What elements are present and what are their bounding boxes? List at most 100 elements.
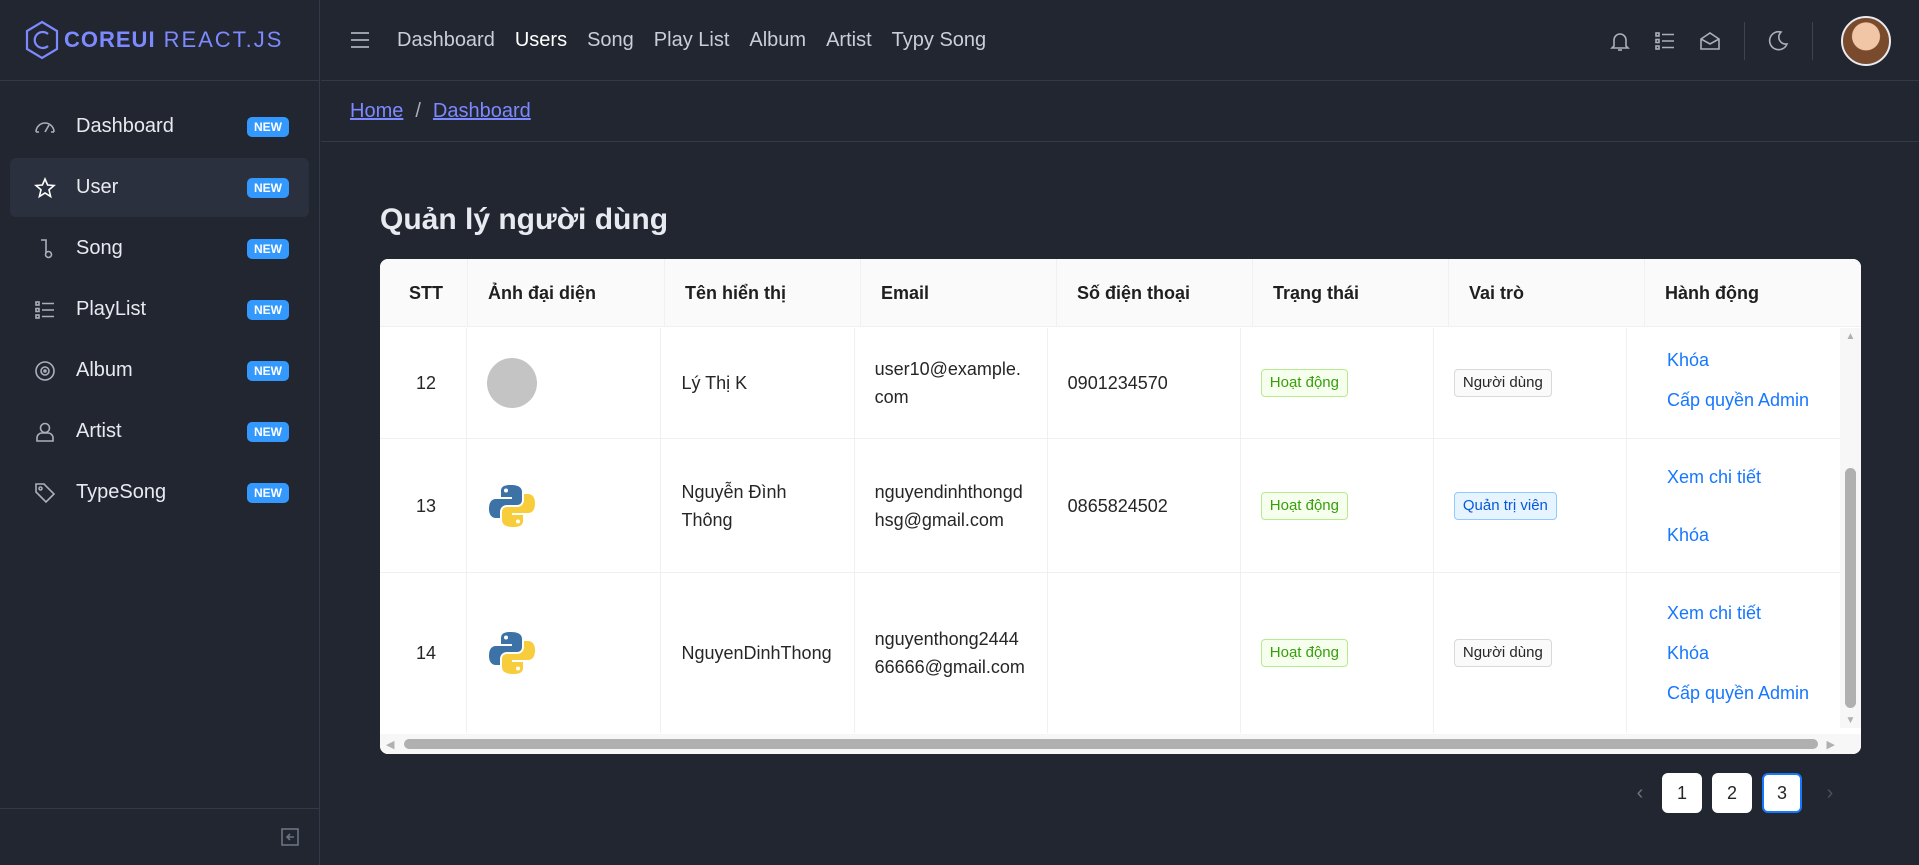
users-table: STT Ảnh đại diện Tên hiển thị Email Số đ… bbox=[380, 259, 1861, 754]
new-badge: NEW bbox=[247, 238, 289, 259]
next-page-button[interactable]: › bbox=[1818, 773, 1842, 813]
scroll-down-icon[interactable]: ▼ bbox=[1845, 716, 1856, 726]
vertical-scrollbar[interactable]: ▲ ▼ bbox=[1840, 328, 1861, 728]
scroll-left-icon[interactable]: ◀ bbox=[386, 738, 394, 751]
scroll-right-icon[interactable]: ▶ bbox=[1827, 738, 1835, 751]
music-note-icon bbox=[30, 237, 60, 261]
scroll-up-icon[interactable]: ▲ bbox=[1845, 332, 1856, 342]
status-cell: Hoạt động bbox=[1241, 573, 1434, 733]
topnav-playlist[interactable]: Play List bbox=[654, 29, 730, 52]
header-divider bbox=[1812, 21, 1813, 60]
sidebar-item-song[interactable]: Song NEW bbox=[10, 219, 309, 278]
avatar-cell bbox=[467, 328, 662, 438]
role-badge: Người dùng bbox=[1453, 639, 1552, 667]
lock-user-link[interactable]: Khóa bbox=[1667, 521, 1709, 549]
sidebar-collapse-icon[interactable] bbox=[280, 827, 300, 847]
breadcrumb-home[interactable]: Home bbox=[350, 100, 403, 123]
topnav-dashboard[interactable]: Dashboard bbox=[397, 29, 495, 52]
row-name: Nguyễn Đình Thông bbox=[661, 439, 855, 572]
hamburger-menu-icon[interactable] bbox=[349, 31, 371, 49]
python-logo-icon bbox=[489, 632, 536, 674]
status-badge: Hoạt động bbox=[1260, 491, 1348, 520]
sidebar-item-label: Artist bbox=[76, 420, 122, 442]
horizontal-scrollbar[interactable]: ◀ ▶ bbox=[380, 734, 1861, 754]
table-row: 12 Lý Thị K user10@example.com 090123457… bbox=[380, 328, 1840, 439]
brand-logo[interactable]: COREUI REACT.JS bbox=[0, 0, 319, 81]
lock-user-link[interactable]: Khóa bbox=[1667, 639, 1709, 667]
sidebar-item-label: User bbox=[76, 176, 119, 198]
status-badge: Hoạt động bbox=[1260, 639, 1348, 667]
sidebar-item-typesong[interactable]: TypeSong NEW bbox=[10, 463, 309, 522]
actions-cell: Xem chi tiết Khóa bbox=[1627, 439, 1840, 572]
sidebar-item-label: PlayList bbox=[76, 298, 147, 320]
sidebar: COREUI REACT.JS Dashboard NEW User NEW So… bbox=[0, 0, 320, 865]
row-phone: 0901234570 bbox=[1048, 328, 1241, 438]
page-button-3[interactable]: 3 bbox=[1762, 773, 1802, 813]
envelope-open-icon[interactable] bbox=[1698, 29, 1722, 53]
row-phone bbox=[1048, 573, 1241, 733]
top-nav: Dashboard Users Song Play List Album Art… bbox=[397, 29, 1006, 52]
avatar-placeholder bbox=[487, 358, 538, 408]
sidebar-item-artist[interactable]: Artist NEW bbox=[10, 402, 309, 461]
new-badge: NEW bbox=[247, 482, 289, 503]
sidebar-item-album[interactable]: Album NEW bbox=[10, 341, 309, 400]
row-stt: 14 bbox=[380, 573, 468, 733]
column-header: Vai trò bbox=[1449, 259, 1645, 327]
grant-admin-link[interactable]: Cấp quyền Admin bbox=[1667, 386, 1809, 414]
column-header: STT bbox=[380, 259, 468, 327]
star-icon bbox=[30, 176, 60, 200]
breadcrumb-current[interactable]: Dashboard bbox=[433, 100, 531, 123]
top-header: Dashboard Users Song Play List Album Art… bbox=[321, 0, 1919, 81]
speedometer-icon bbox=[30, 115, 60, 139]
column-header: Trạng thái bbox=[1253, 259, 1449, 327]
role-cell: Người dùng bbox=[1434, 328, 1627, 438]
avatar-cell bbox=[467, 573, 662, 733]
row-email: nguyenthong244466666@gmail.com bbox=[855, 573, 1048, 733]
breadcrumb: Home / Dashboard bbox=[321, 82, 1919, 142]
page-button-2[interactable]: 2 bbox=[1712, 773, 1752, 813]
column-header: Hành động bbox=[1665, 282, 1759, 303]
topnav-users[interactable]: Users bbox=[515, 29, 567, 52]
task-list-icon[interactable] bbox=[1653, 29, 1677, 53]
row-name: NguyenDinhThong bbox=[661, 573, 855, 733]
topnav-album[interactable]: Album bbox=[749, 29, 806, 52]
sidebar-item-label: Album bbox=[76, 359, 133, 381]
scrollbar-thumb[interactable] bbox=[1845, 468, 1856, 708]
prev-page-button[interactable]: ‹ bbox=[1628, 773, 1652, 813]
page-button-1[interactable]: 1 bbox=[1662, 773, 1702, 813]
topnav-typesong[interactable]: Typy Song bbox=[892, 29, 987, 52]
brand-react: REACT.JS bbox=[163, 27, 284, 52]
topnav-artist[interactable]: Artist bbox=[826, 29, 872, 52]
actions-cell: Khóa Cấp quyền Admin bbox=[1627, 328, 1840, 438]
brand-text: COREUI REACT.JS bbox=[64, 27, 283, 53]
new-badge: NEW bbox=[247, 299, 289, 320]
table-header: STT Ảnh đại diện Tên hiển thị Email Số đ… bbox=[380, 259, 1861, 327]
sidebar-item-label: Dashboard bbox=[76, 115, 174, 137]
user-avatar[interactable] bbox=[1841, 15, 1891, 66]
column-header: Số điện thoại bbox=[1057, 259, 1253, 327]
row-stt: 12 bbox=[380, 328, 468, 438]
new-badge: NEW bbox=[247, 116, 289, 137]
role-cell: Quản trị viên bbox=[1434, 439, 1627, 572]
tag-icon bbox=[30, 481, 60, 505]
disc-icon bbox=[30, 359, 60, 383]
table-row: 14 NguyenDinhThong nguyenthong244466666@… bbox=[380, 573, 1840, 733]
column-header: Ảnh đại diện bbox=[468, 259, 665, 327]
role-badge: Quản trị viên bbox=[1453, 491, 1557, 520]
sidebar-item-dashboard[interactable]: Dashboard NEW bbox=[10, 97, 309, 156]
role-badge: Người dùng bbox=[1453, 369, 1552, 397]
status-cell: Hoạt động bbox=[1241, 439, 1434, 572]
moon-icon[interactable] bbox=[1766, 29, 1790, 53]
scrollbar-thumb[interactable] bbox=[404, 739, 1818, 749]
view-detail-link[interactable]: Xem chi tiết bbox=[1667, 463, 1761, 491]
lock-user-link[interactable]: Khóa bbox=[1667, 346, 1709, 374]
table-row: 13 Nguyễn Đình Thông nguyendinhthongdhsg… bbox=[380, 439, 1840, 573]
sidebar-item-playlist[interactable]: PlayList NEW bbox=[10, 280, 309, 339]
view-detail-link[interactable]: Xem chi tiết bbox=[1667, 599, 1761, 627]
bell-icon[interactable] bbox=[1608, 29, 1632, 53]
sidebar-item-user[interactable]: User NEW bbox=[10, 158, 309, 217]
header-divider bbox=[1744, 21, 1745, 60]
topnav-song[interactable]: Song bbox=[587, 29, 634, 52]
row-name: Lý Thị K bbox=[661, 328, 855, 438]
grant-admin-link[interactable]: Cấp quyền Admin bbox=[1667, 679, 1809, 707]
